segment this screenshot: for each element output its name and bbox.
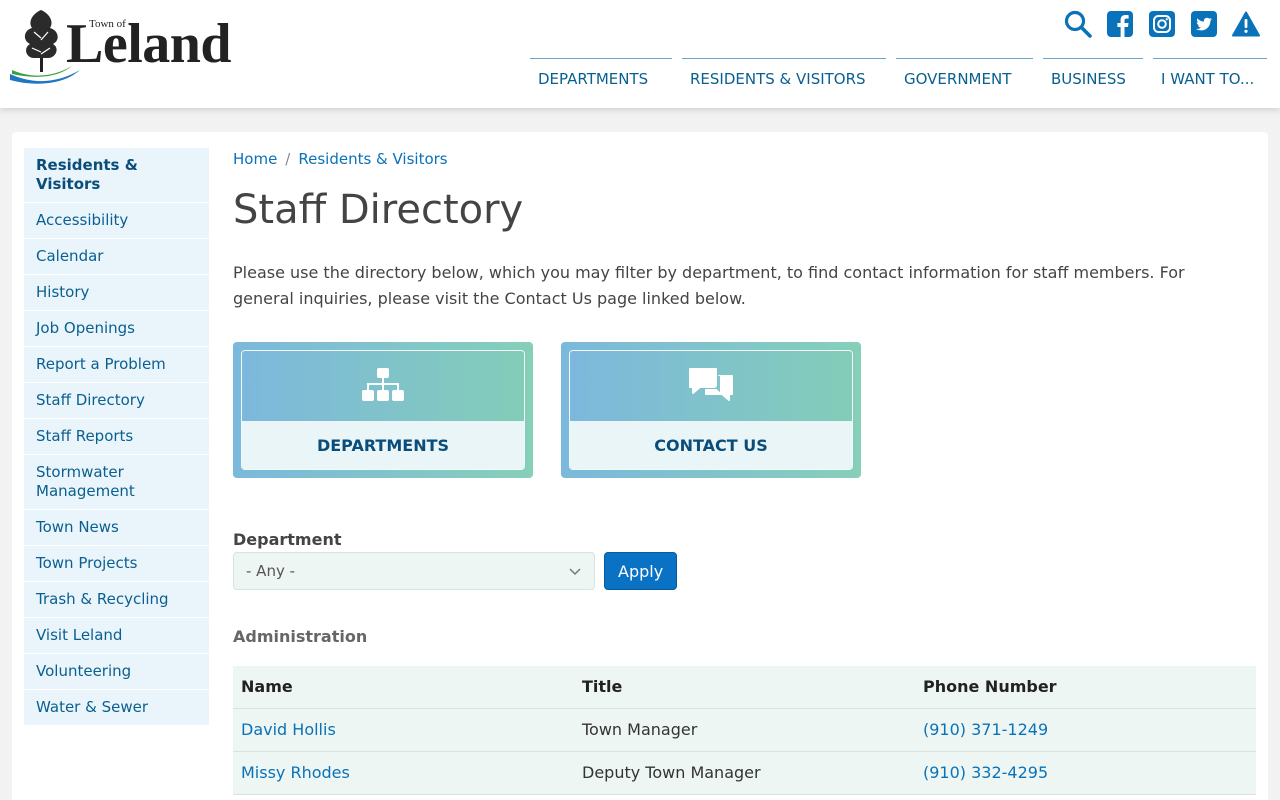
column-header-title: Title xyxy=(574,666,915,709)
staff-name-link[interactable]: David Hollis xyxy=(233,708,574,752)
sidebar-item-staff-directory[interactable]: Staff Directory xyxy=(24,383,209,419)
section-title: Administration xyxy=(233,627,368,646)
twitter-icon[interactable] xyxy=(1190,10,1218,38)
table-header-row: Name Title Phone Number xyxy=(233,666,1256,709)
breadcrumb-separator: / xyxy=(285,150,291,168)
department-filter: Department - Any - Apply xyxy=(233,530,1256,590)
main-content: Home / Residents & Visitors Staff Direct… xyxy=(233,148,1256,795)
breadcrumb-home[interactable]: Home xyxy=(233,150,277,168)
contact-us-tile[interactable]: CONTACT US xyxy=(561,342,861,478)
sidebar-item-calendar[interactable]: Calendar xyxy=(24,239,209,275)
sidebar-item-report-a-problem[interactable]: Report a Problem xyxy=(24,347,209,383)
sidebar-item-town-projects[interactable]: Town Projects xyxy=(24,546,209,582)
instagram-icon[interactable] xyxy=(1148,10,1176,38)
nav-departments[interactable]: DEPARTMENTS xyxy=(530,58,672,98)
intro-text: Please use the directory below, which yo… xyxy=(233,263,1185,308)
department-filter-label: Department xyxy=(233,530,342,549)
sidebar-item-town-news[interactable]: Town News xyxy=(24,510,209,546)
staff-title: Deputy Town Manager xyxy=(574,751,915,795)
chat-bubbles-icon xyxy=(689,368,733,401)
column-header-name: Name xyxy=(233,666,574,709)
main-nav: DEPARTMENTS RESIDENTS & VISITORS GOVERNM… xyxy=(530,58,1267,98)
sidebar-item-job-openings[interactable]: Job Openings xyxy=(24,311,209,347)
sidebar-heading[interactable]: Residents & Visitors xyxy=(24,148,209,203)
staff-table: Name Title Phone Number David Hollis Tow… xyxy=(233,666,1256,795)
contact-us-tile-label: CONTACT US xyxy=(570,421,852,469)
nav-business[interactable]: BUSINESS xyxy=(1043,58,1143,98)
header-icons xyxy=(1064,10,1260,38)
staff-phone-link[interactable]: (910) 332-4295 xyxy=(915,751,1256,795)
site-header: Town of Leland DEPARTMENTS RESIDENTS & V… xyxy=(0,0,1280,108)
column-header-phone: Phone Number xyxy=(915,666,1256,709)
staff-name-link[interactable]: Missy Rhodes xyxy=(233,751,574,795)
apply-button[interactable]: Apply xyxy=(604,552,678,590)
sidebar-nav: Residents & Visitors Accessibility Calen… xyxy=(24,148,209,726)
department-select[interactable]: - Any - xyxy=(233,552,595,590)
nav-residents-visitors[interactable]: RESIDENTS & VISITORS xyxy=(682,58,886,98)
staff-phone-link[interactable]: (910) 371-1249 xyxy=(915,708,1256,752)
table-row: David Hollis Town Manager (910) 371-1249 xyxy=(233,708,1256,752)
search-icon[interactable] xyxy=(1064,10,1092,38)
sidebar-item-history[interactable]: History xyxy=(24,275,209,311)
alert-icon[interactable] xyxy=(1232,10,1260,38)
departments-tile[interactable]: DEPARTMENTS xyxy=(233,342,533,478)
chevron-down-icon xyxy=(569,568,581,576)
logo-name: Leland xyxy=(66,13,232,75)
breadcrumb-current[interactable]: Residents & Visitors xyxy=(298,150,447,168)
table-row: Missy Rhodes Deputy Town Manager (910) 3… xyxy=(233,751,1256,795)
sidebar-item-volunteering[interactable]: Volunteering xyxy=(24,654,209,690)
staff-title: Town Manager xyxy=(574,708,915,752)
sidebar-item-staff-reports[interactable]: Staff Reports xyxy=(24,419,209,455)
nav-government[interactable]: GOVERNMENT xyxy=(896,58,1033,98)
content-card: Residents & Visitors Accessibility Calen… xyxy=(12,132,1268,800)
sidebar-item-stormwater-management[interactable]: Stormwater Management xyxy=(24,455,209,510)
quick-link-tiles: DEPARTMENTS CONTACT US xyxy=(233,342,1256,478)
sidebar-item-visit-leland[interactable]: Visit Leland xyxy=(24,618,209,654)
facebook-icon[interactable] xyxy=(1106,10,1134,38)
department-select-value: - Any - xyxy=(246,562,296,580)
departments-tile-label: DEPARTMENTS xyxy=(242,421,524,469)
sidebar-item-trash-recycling[interactable]: Trash & Recycling xyxy=(24,582,209,618)
nav-i-want-to[interactable]: I WANT TO... xyxy=(1153,58,1267,98)
town-logo[interactable]: Town of Leland xyxy=(10,6,260,86)
sidebar-item-accessibility[interactable]: Accessibility xyxy=(24,203,209,239)
org-chart-icon xyxy=(362,368,404,401)
breadcrumb: Home / Residents & Visitors xyxy=(233,148,1256,170)
sidebar-item-water-sewer[interactable]: Water & Sewer xyxy=(24,690,209,726)
page-title: Staff Directory xyxy=(233,187,524,233)
